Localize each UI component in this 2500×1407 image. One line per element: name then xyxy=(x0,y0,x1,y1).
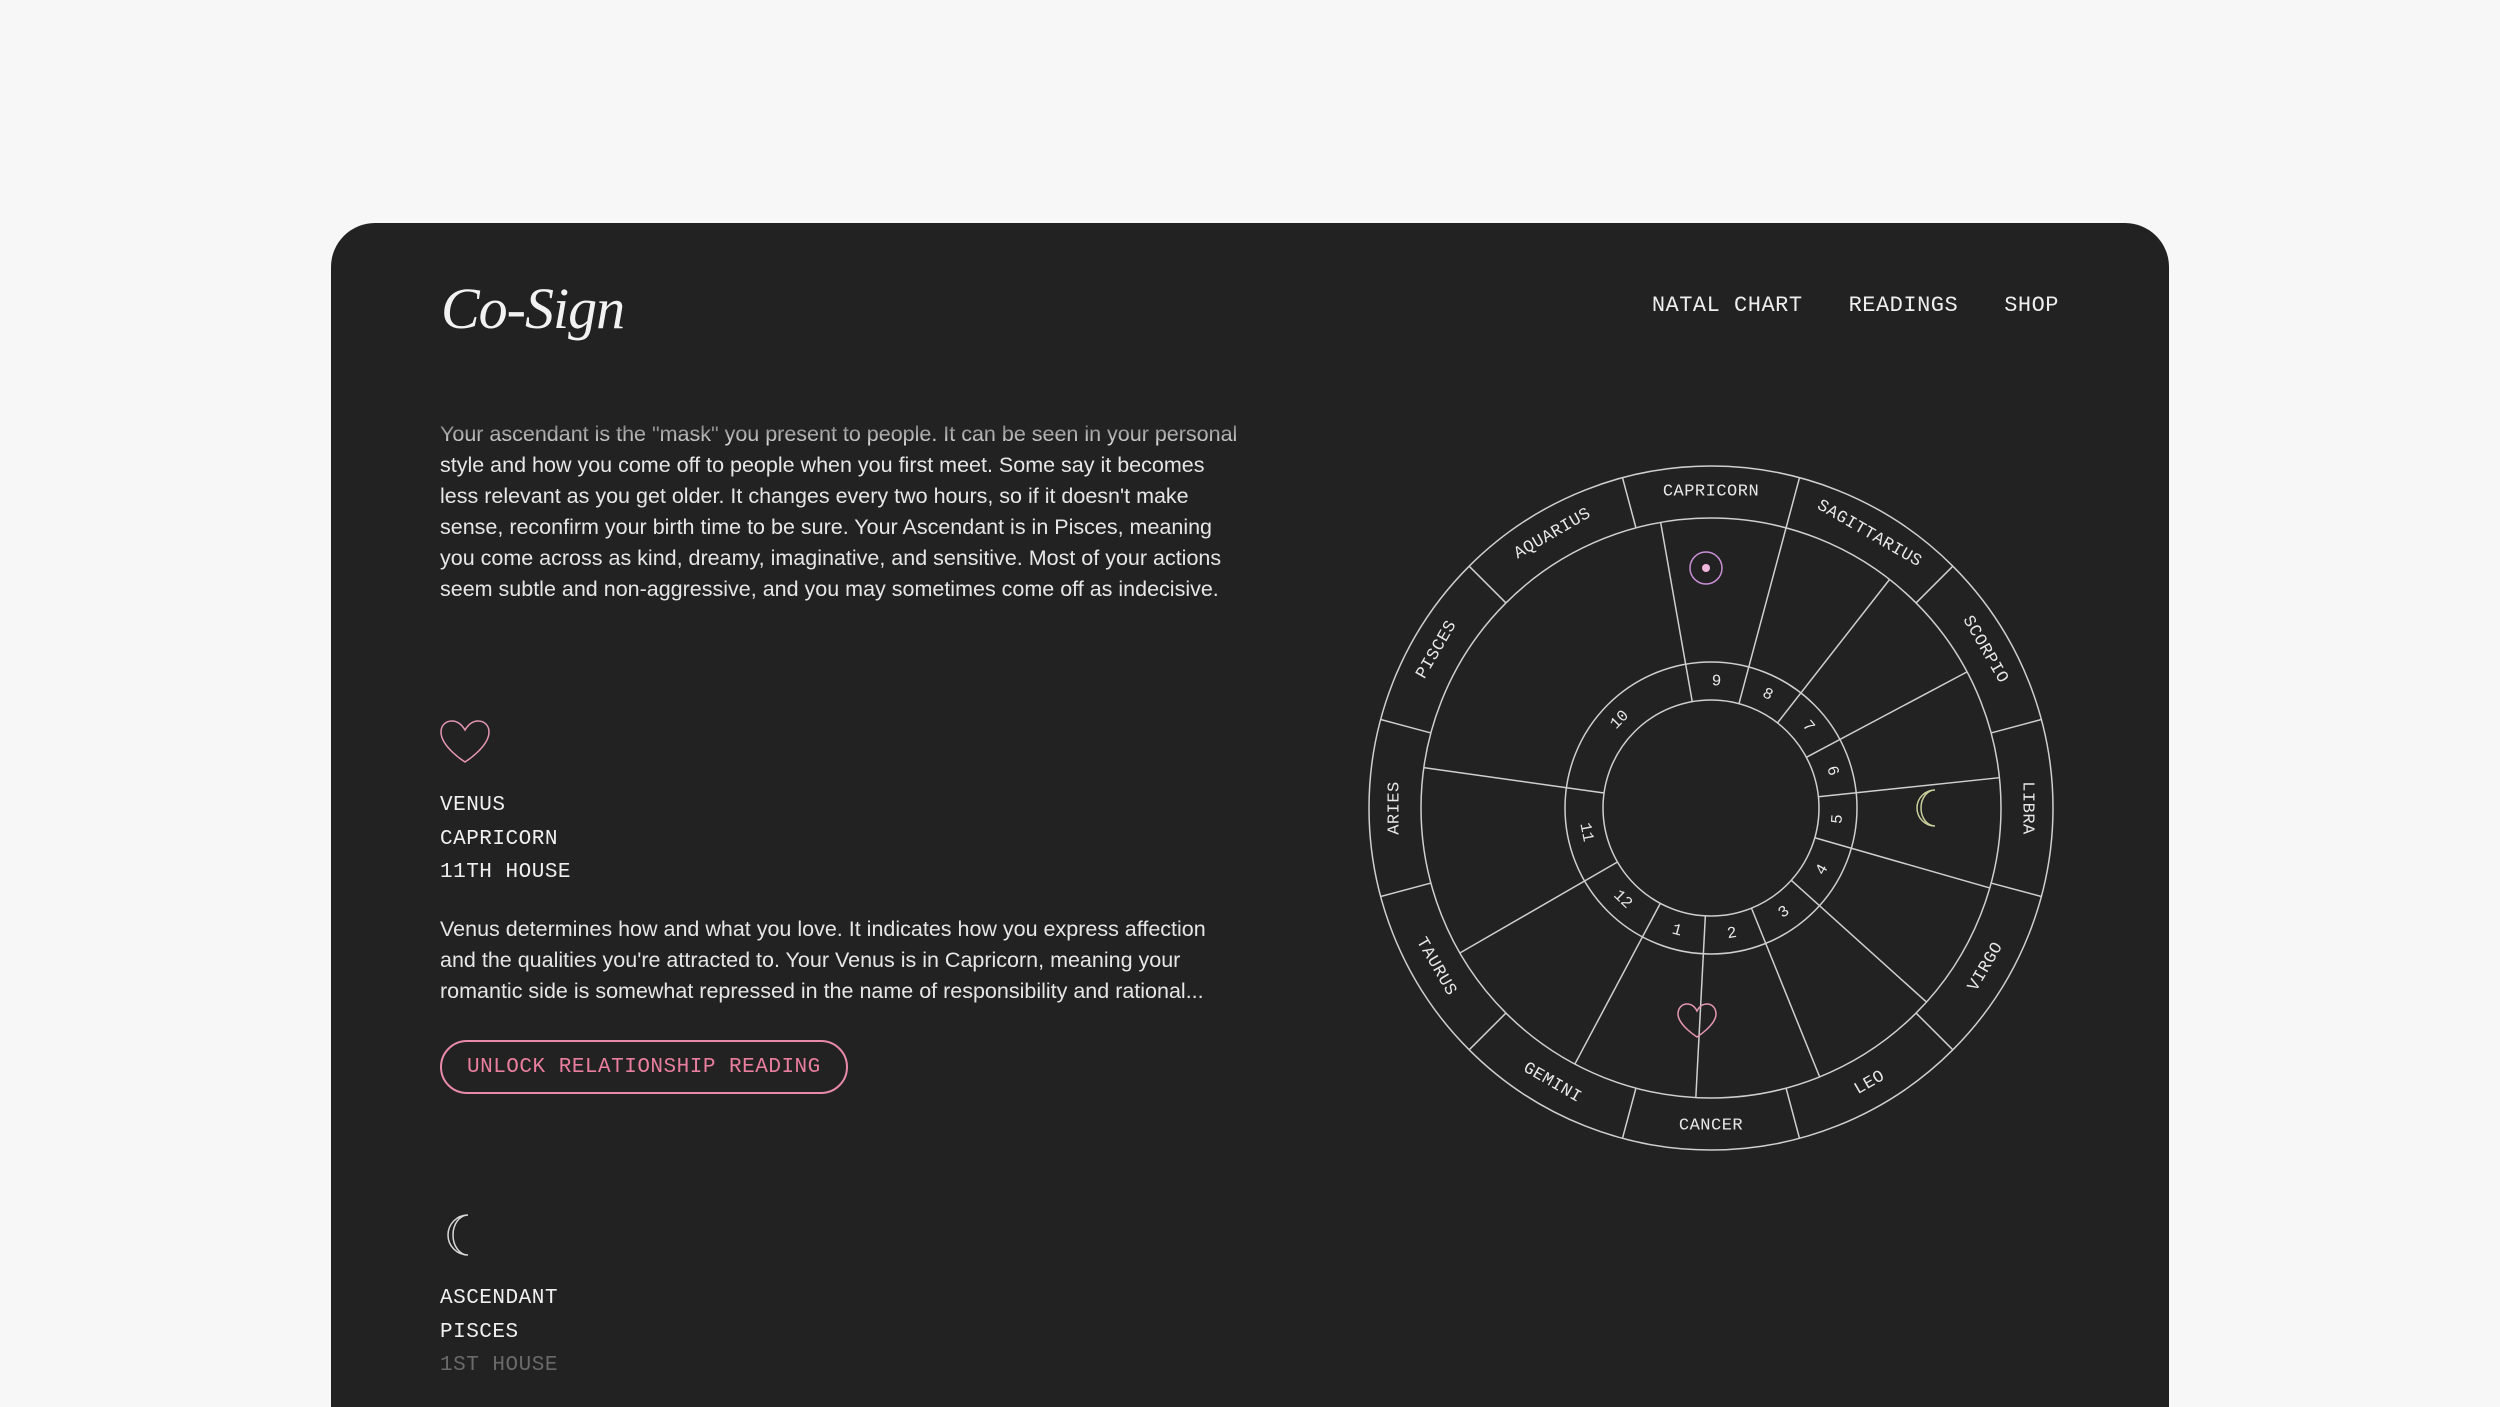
sign-divider xyxy=(1785,477,1801,529)
zodiac-sign-label[interactable]: GEMINI xyxy=(1519,1059,1584,1108)
house-number-label: 8 xyxy=(1759,684,1776,704)
ascendant-house: 1ST HOUSE xyxy=(440,1354,558,1377)
zodiac-sign-label[interactable]: LIBRA xyxy=(2018,781,2037,835)
nav-shop[interactable]: SHOP xyxy=(2004,293,2059,318)
zodiac-sign-label[interactable]: CAPRICORN xyxy=(1663,482,1759,501)
ascendant-sign: PISCES xyxy=(440,1320,519,1344)
sign-divider xyxy=(1468,1012,1507,1051)
house-number-label: 5 xyxy=(1828,814,1847,825)
heart-icon[interactable] xyxy=(1677,1003,1717,1038)
venus-sign: CAPRICORN xyxy=(440,827,558,851)
venus-placement: VENUS CAPRICORN 11TH HOUSE xyxy=(440,789,571,890)
house-divider xyxy=(1738,527,1787,704)
logo[interactable]: Co-Sign xyxy=(441,275,625,342)
sign-divider xyxy=(1621,477,1637,529)
house-number-label: 10 xyxy=(1607,707,1633,733)
nav-readings[interactable]: READINGS xyxy=(1849,293,1959,318)
sign-divider xyxy=(1990,718,2042,734)
nav-natal-chart[interactable]: NATAL CHART xyxy=(1652,293,1803,318)
ascendant-intro-text: Your ascendant is the "mask" you present… xyxy=(440,422,1238,601)
house-divider xyxy=(1818,776,2000,798)
wheel-sign-ring xyxy=(1420,517,2002,1099)
house-divider xyxy=(1574,903,1661,1065)
house-number-label: 7 xyxy=(1798,717,1818,736)
sign-divider xyxy=(1380,718,1432,734)
sign-divider xyxy=(1468,565,1507,604)
house-number-label: 11 xyxy=(1575,821,1596,843)
zodiac-sign-label[interactable]: VIRGO xyxy=(1965,939,2008,995)
main-card: Co-Sign NATAL CHART READINGS SHOP Your a… xyxy=(331,223,2169,1407)
house-number-label: 3 xyxy=(1775,902,1793,922)
natal-chart-wheel[interactable]: CAPRICORN SAGITTARIUS SCORPIO LIBRA VIRGO LEO… xyxy=(1361,458,2061,1158)
sign-divider xyxy=(1915,565,1954,604)
house-number-label: 1 xyxy=(1670,921,1684,941)
zodiac-sign-label[interactable]: SCORPIO xyxy=(1958,613,2012,687)
wheel-house-ring-outer xyxy=(1564,661,1858,955)
wheel-house-ring-inner xyxy=(1602,699,1820,917)
house-number-label: 12 xyxy=(1609,886,1635,912)
ascendant-planet: ASCENDANT xyxy=(440,1287,558,1310)
house-number-label: 9 xyxy=(1711,672,1721,690)
zodiac-sign-label[interactable]: SAGITTARIUS xyxy=(1813,497,1924,572)
house-number-label: 6 xyxy=(1822,764,1842,778)
sign-divider xyxy=(1380,882,1432,898)
unlock-relationship-reading-button[interactable]: UNLOCK RELATIONSHIP READING xyxy=(440,1040,848,1094)
venus-planet: VENUS xyxy=(440,794,506,817)
house-divider xyxy=(1776,579,1891,724)
house-divider xyxy=(1790,879,1928,1003)
zodiac-sign-label[interactable]: CANCER xyxy=(1679,1116,1743,1135)
venus-description: Venus determines how and what you love. … xyxy=(440,917,1206,1003)
moon-icon[interactable] xyxy=(1916,789,1936,827)
venus-house: 11TH HOUSE xyxy=(440,861,572,884)
sign-divider xyxy=(1785,1087,1801,1139)
top-nav: NATAL CHART READINGS SHOP xyxy=(1652,293,2059,318)
house-divider xyxy=(1459,861,1618,954)
ascendant-placement: ASCENDANT PISCES 1ST HOUSE xyxy=(440,1282,558,1383)
house-divider xyxy=(1423,766,1605,794)
sun-icon[interactable] xyxy=(1689,551,1723,585)
house-divider xyxy=(1806,671,1968,758)
sign-divider xyxy=(1621,1087,1637,1139)
sign-divider xyxy=(1915,1012,1954,1051)
house-divider xyxy=(1659,522,1693,702)
heart-icon xyxy=(440,720,490,763)
moon-icon xyxy=(447,1214,469,1256)
zodiac-sign-label[interactable]: LEO xyxy=(1851,1067,1888,1100)
zodiac-sign-label[interactable]: TAURUS xyxy=(1411,934,1460,999)
house-number-label: 4 xyxy=(1812,861,1832,878)
sign-divider xyxy=(1990,882,2042,898)
house-divider xyxy=(1814,837,1990,889)
zodiac-sign-label[interactable]: ARIES xyxy=(1385,781,1404,835)
house-number-label: 2 xyxy=(1726,924,1738,943)
zodiac-sign-label[interactable]: AQUARIUS xyxy=(1511,505,1595,564)
